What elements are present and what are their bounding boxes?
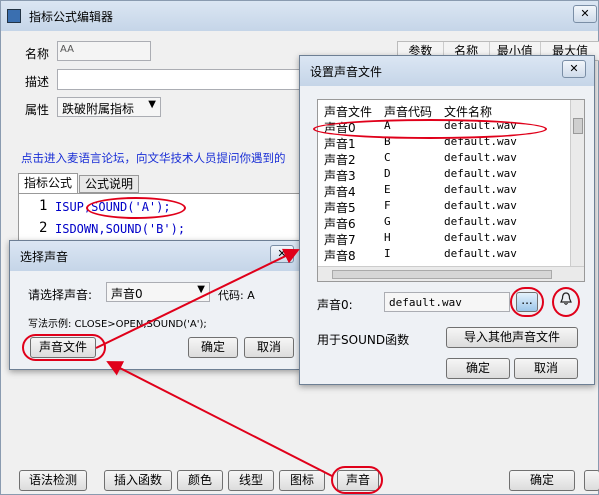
arrow-sound-to-file [106,361,333,477]
arrow-file-to-settings [95,248,300,349]
annotation-arrows [95,248,333,477]
